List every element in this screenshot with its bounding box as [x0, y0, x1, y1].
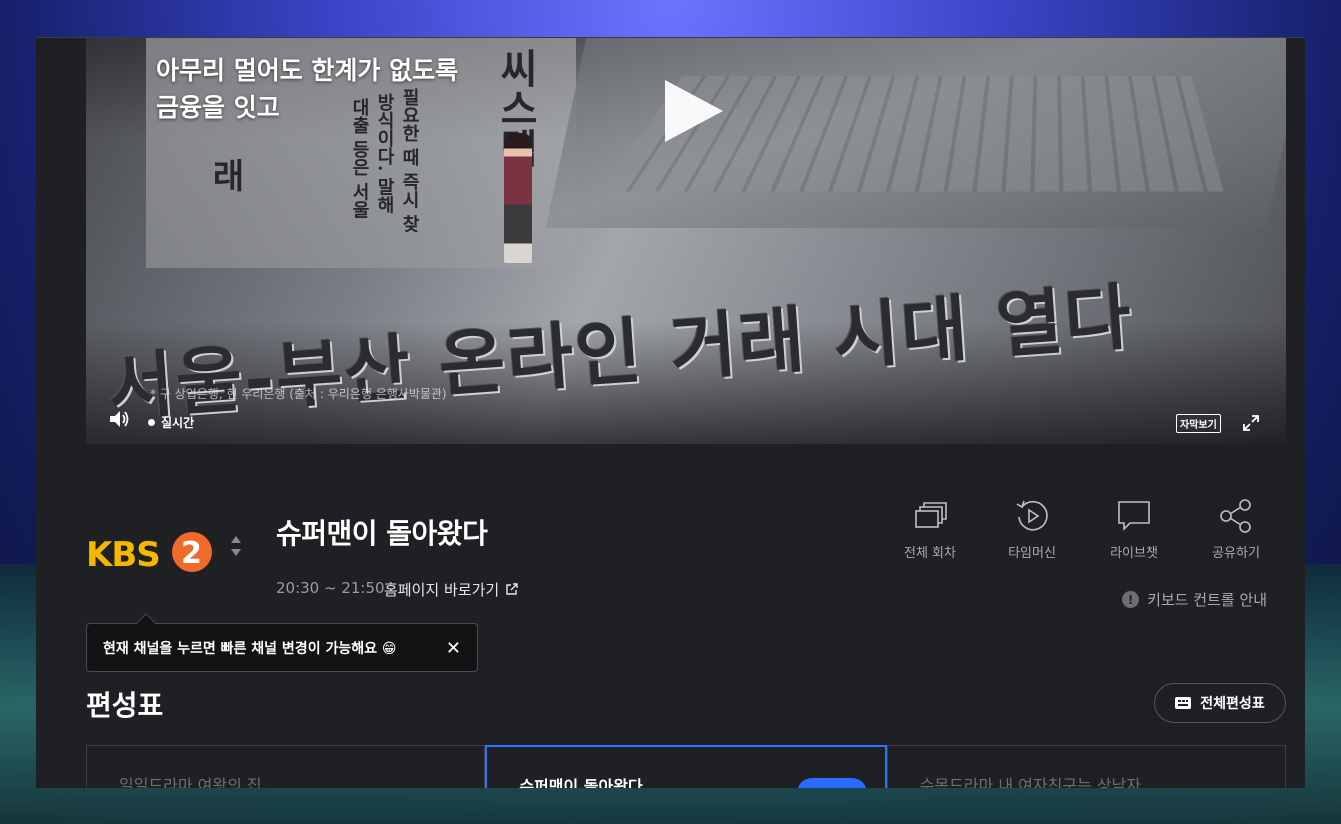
channel-switcher[interactable]: [231, 536, 241, 556]
svg-text:2: 2: [181, 536, 202, 571]
share-label: 공유하기: [1212, 546, 1260, 561]
play-icon[interactable]: [661, 76, 731, 146]
time-machine-button[interactable]: 타임머신: [991, 498, 1073, 561]
video-caption: 아무리 멀어도 한계가 없도록 금융을 잇고: [156, 52, 458, 126]
schedule-card-title: 수목드라마 내 여자친구는 상남자: [919, 776, 1141, 788]
tooltip-text: 현재 채널을 누르면 빠른 채널 변경이 가능해요 😁: [103, 640, 397, 657]
keyboard-guide-label: 키보드 컨트롤 안내: [1147, 591, 1267, 609]
video-person: [504, 133, 532, 263]
subtitle-button[interactable]: 자막보기: [1176, 414, 1221, 433]
program-title: 슈퍼맨이 돌아왔다: [276, 517, 488, 550]
video-caption-line-2: 금융을 잇고: [156, 93, 280, 122]
channel-logo[interactable]: KBS 2: [86, 530, 216, 578]
full-schedule-label: 전체편성표: [1200, 696, 1265, 712]
schedule-card-title: 일일드라마 여왕의 집: [119, 776, 262, 788]
schedule-cards: 일일드라마 여왕의 집 슈퍼맨이 돌아왔다 수목드라마 내 여자친구는 상남자: [86, 745, 1286, 788]
video-caption-line-1: 아무리 멀어도 한계가 없도록: [156, 56, 459, 85]
on-air-badge: [796, 778, 867, 788]
schedule-card[interactable]: 수목드라마 내 여자친구는 상남자: [886, 745, 1286, 788]
all-episodes-label: 전체 회차: [904, 546, 956, 561]
live-chat-button[interactable]: 라이브챗: [1093, 498, 1175, 561]
tooltip-close-icon[interactable]: ✕: [446, 638, 461, 659]
channel-down-icon[interactable]: [231, 549, 241, 556]
channel-up-icon[interactable]: [231, 536, 241, 543]
homepage-link-label: 홈페이지 바로가기: [384, 581, 500, 599]
external-link-icon: [506, 583, 518, 595]
episodes-icon: [915, 502, 947, 528]
chat-icon: [1118, 501, 1150, 531]
all-episodes-button[interactable]: 전체 회차: [889, 498, 971, 561]
live-label: 실시간: [161, 416, 195, 430]
schedule-grid-icon: [1175, 697, 1192, 709]
program-actions: 전체 회차 타임머신 라이브챗 공유하기: [889, 498, 1277, 561]
full-schedule-button[interactable]: 전체편성표: [1154, 683, 1286, 723]
fullscreen-icon[interactable]: [1242, 414, 1260, 432]
schedule-card-current[interactable]: 슈퍼맨이 돌아왔다: [485, 745, 887, 788]
share-button[interactable]: 공유하기: [1195, 498, 1277, 561]
channel-tooltip: 현재 채널을 누르면 빠른 채널 변경이 가능해요 😁 ✕: [86, 623, 478, 672]
timemachine-icon: [1016, 500, 1048, 531]
keyboard-guide-link[interactable]: ! 키보드 컨트롤 안내: [1122, 589, 1267, 610]
live-chat-label: 라이브챗: [1110, 546, 1158, 561]
svg-text:KBS: KBS: [86, 535, 160, 574]
video-player[interactable]: 씨스템 필요한 때 즉시 찾 방식이다. 말해 대출 등은 서울 래 서울-부산…: [86, 38, 1286, 444]
share-icon: [1220, 499, 1251, 533]
time-machine-label: 타임머신: [1008, 546, 1056, 561]
schedule-title: 편성표: [86, 689, 164, 722]
video-vertical-text-5: 래: [205, 158, 245, 192]
player-window: 씨스템 필요한 때 즉시 찾 방식이다. 말해 대출 등은 서울 래 서울-부산…: [36, 37, 1305, 788]
program-time: 20:30 ~ 21:50: [276, 579, 385, 597]
kbs2-logo-icon: KBS 2: [86, 532, 212, 575]
schedule-card-title: 슈퍼맨이 돌아왔다: [519, 777, 643, 788]
video-source-note: * 구 상업은행, 현 우리은행 (출처 : 우리은행 은행사박물관): [150, 387, 447, 401]
info-icon: !: [1122, 591, 1140, 608]
live-indicator: 실시간: [148, 414, 194, 431]
homepage-link[interactable]: 홈페이지 바로가기: [384, 579, 518, 600]
video-headline: 서울-부산 온라인 거래 시대 열다: [104, 273, 1136, 431]
schedule-card[interactable]: 일일드라마 여왕의 집: [86, 745, 486, 788]
live-dot-icon: [148, 419, 155, 426]
volume-icon[interactable]: [108, 408, 130, 430]
